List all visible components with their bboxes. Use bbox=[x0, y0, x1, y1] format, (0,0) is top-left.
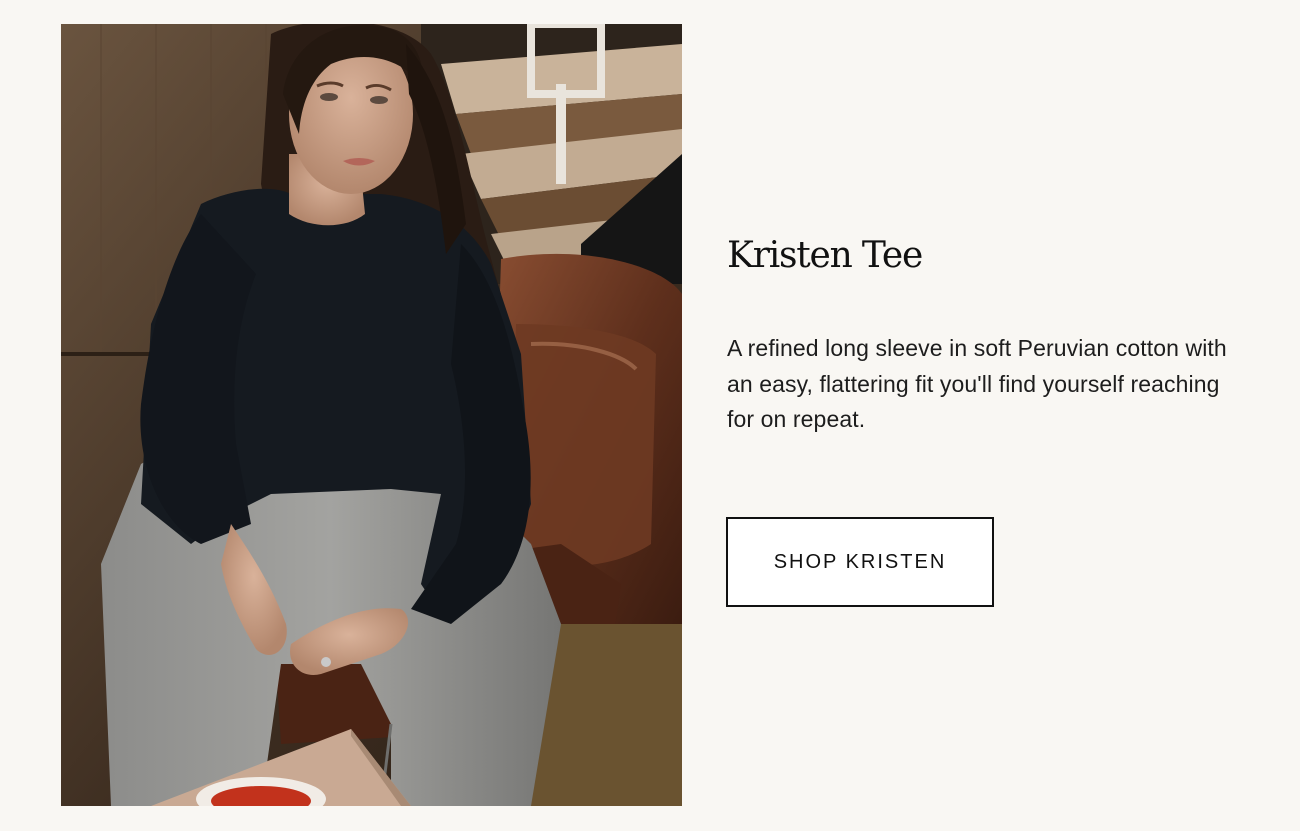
product-copy: Kristen Tee A refined long sleeve in sof… bbox=[727, 232, 1247, 432]
product-description: A refined long sleeve in soft Peruvian c… bbox=[727, 335, 1227, 432]
model-photo-illustration bbox=[61, 24, 682, 806]
shop-kristen-button-label: SHOP KRISTEN bbox=[773, 550, 947, 573]
product-title: Kristen Tee bbox=[727, 235, 923, 276]
shop-kristen-button[interactable]: SHOP KRISTEN bbox=[726, 517, 994, 607]
product-hero-image[interactable] bbox=[61, 24, 682, 806]
